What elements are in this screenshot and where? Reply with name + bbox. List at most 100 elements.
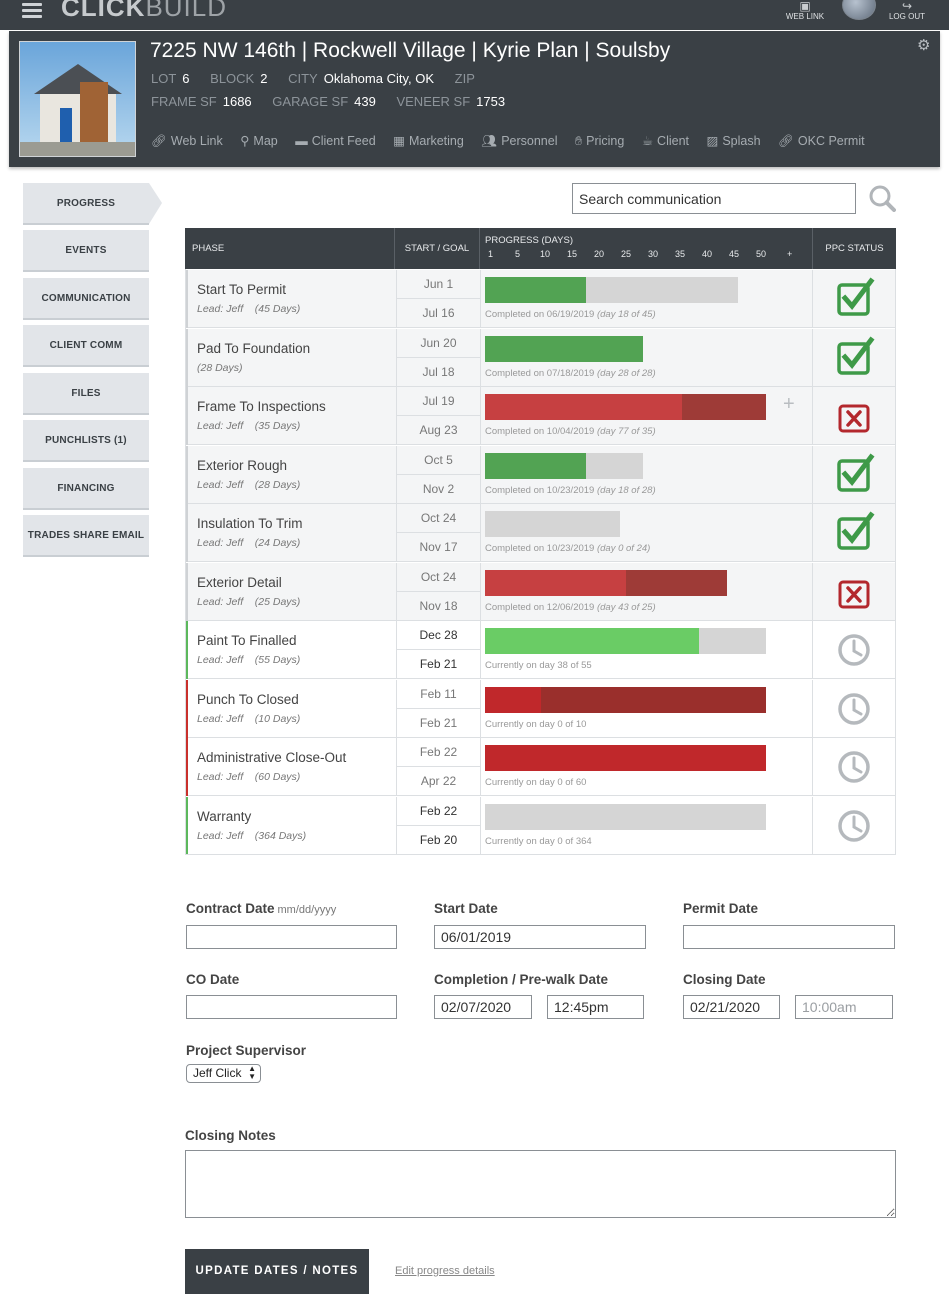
progress-bar-fill bbox=[485, 745, 766, 771]
sidebar-item-communication[interactable]: COMMUNICATION bbox=[23, 278, 149, 320]
sidebar-item-financing[interactable]: FINANCING bbox=[23, 468, 149, 510]
tick-label: 50 bbox=[756, 249, 767, 259]
closing-notes-label: Closing Notes bbox=[185, 1128, 276, 1143]
project-supervisor-value: Jeff Click bbox=[193, 1066, 242, 1080]
co-date-input[interactable] bbox=[186, 995, 397, 1019]
goal-date: Nov 18 bbox=[419, 599, 458, 613]
table-row[interactable]: Frame To Inspections Lead: Jeff (35 Days… bbox=[185, 387, 896, 445]
contract-date-input[interactable] bbox=[186, 925, 397, 949]
tick-label: 1 bbox=[488, 249, 494, 259]
sidebar-item-client-comm[interactable]: CLIENT COMM bbox=[23, 325, 149, 367]
table-row[interactable]: Punch To Closed Lead: Jeff (10 Days) Feb… bbox=[185, 680, 896, 738]
goal-date: Feb 20 bbox=[419, 833, 458, 847]
check-icon bbox=[837, 277, 875, 316]
select-arrows-icon: ▲ ▼ bbox=[248, 1064, 256, 1081]
tick-label: 20 bbox=[594, 249, 605, 259]
search-input[interactable] bbox=[572, 183, 856, 214]
clock-icon bbox=[838, 693, 870, 725]
table-row[interactable]: Insulation To Trim Lead: Jeff (24 Days) … bbox=[185, 504, 896, 562]
link-map[interactable]: ⚲ Map bbox=[240, 134, 277, 148]
table-row[interactable]: Exterior Rough Lead: Jeff (28 Days) Oct … bbox=[185, 446, 896, 504]
block-label: BLOCK bbox=[210, 71, 255, 86]
project-supervisor-label: Project Supervisor bbox=[186, 1043, 307, 1058]
goal-date: Nov 2 bbox=[422, 482, 455, 496]
header-phase: PHASE bbox=[185, 228, 395, 269]
progress-text: Completed on 10/23/2019 (day 18 of 28) bbox=[485, 485, 656, 496]
edit-progress-details-link[interactable]: Edit progress details bbox=[395, 1265, 495, 1277]
goal-date: Feb 21 bbox=[419, 657, 458, 671]
coffee-icon: ☕︎ bbox=[641, 134, 654, 148]
avatar[interactable] bbox=[842, 0, 876, 20]
goal-date: Jul 18 bbox=[422, 365, 455, 379]
table-row[interactable]: Pad To Foundation (28 Days) Jun 20 Jul 18… bbox=[185, 329, 896, 387]
logo[interactable]: CLICKBUILD bbox=[61, 0, 227, 23]
start-date: Oct 24 bbox=[397, 504, 480, 533]
web-link-label: WEB LINK bbox=[785, 12, 825, 21]
closing-date-label: Closing Date bbox=[683, 972, 766, 987]
sidebar-item-trades-share-email[interactable]: TRADES SHARE EMAIL bbox=[23, 515, 149, 557]
link-client-feed[interactable]: ▬ Client Feed bbox=[295, 134, 375, 148]
phase-name: Punch To Closed bbox=[197, 692, 299, 707]
city-value: Oklahoma City, OK bbox=[323, 71, 435, 86]
link-splash[interactable]: ▨ Splash bbox=[707, 134, 761, 148]
sidebar-item-punchlists[interactable]: PUNCHLISTS (1) bbox=[23, 420, 149, 462]
sidebar-item-events[interactable]: EVENTS bbox=[23, 230, 149, 272]
progress-bar-fill bbox=[485, 277, 586, 303]
link-pricing[interactable]: ✋︎ Pricing bbox=[575, 134, 624, 148]
link-personnel[interactable]: 👥︎ Personnel bbox=[481, 134, 557, 148]
goal-date: Nov 17 bbox=[419, 540, 458, 554]
grid-icon: ▦ bbox=[393, 134, 405, 148]
link-marketing[interactable]: ▦ Marketing bbox=[393, 134, 464, 148]
table-row[interactable]: Warranty Lead: Jeff (364 Days) Feb 22 Feb… bbox=[185, 797, 896, 855]
phase-sub: Lead: Jeff (364 Days) bbox=[197, 830, 307, 842]
phase-sub: (28 Days) bbox=[197, 362, 243, 374]
sidebar-item-files[interactable]: FILES bbox=[23, 373, 149, 415]
link-web[interactable]: 🔗︎ Web Link bbox=[151, 134, 223, 148]
search-icon[interactable] bbox=[868, 184, 896, 212]
x-box-icon bbox=[838, 404, 870, 433]
closing-date-input[interactable] bbox=[683, 995, 780, 1019]
progress-text: Currently on day 0 of 60 bbox=[485, 777, 587, 788]
phase-sub: Lead: Jeff (55 Days) bbox=[197, 654, 301, 666]
project-photo bbox=[19, 41, 136, 157]
phase-sub: Lead: Jeff (60 Days) bbox=[197, 771, 301, 783]
link-client[interactable]: ☕︎ Client bbox=[642, 134, 689, 148]
table-row[interactable]: Paint To Finalled Lead: Jeff (55 Days) D… bbox=[185, 621, 896, 679]
phase-name: Administrative Close-Out bbox=[197, 750, 347, 765]
project-title: 7225 NW 146th | Rockwell Village | Kyrie… bbox=[150, 39, 671, 62]
gear-icon[interactable]: ⚙ bbox=[917, 36, 930, 54]
plus-icon: + bbox=[783, 393, 795, 415]
menu-icon[interactable] bbox=[22, 3, 42, 18]
table-row[interactable]: Start To Permit Lead: Jeff (45 Days) Jun… bbox=[185, 270, 896, 328]
log-out-icon: ↪ bbox=[901, 0, 913, 13]
phase-name: Frame To Inspections bbox=[197, 399, 326, 414]
link-okc-permit[interactable]: 🔗︎ OKC Permit bbox=[778, 134, 865, 148]
web-link-nav[interactable]: ▣ WEB LINK bbox=[783, 0, 827, 30]
table-row[interactable]: Exterior Detail Lead: Jeff (25 Days) Oct… bbox=[185, 563, 896, 621]
completion-time-input[interactable] bbox=[547, 995, 644, 1019]
sidebar-item-progress[interactable]: PROGRESS bbox=[23, 183, 149, 225]
project-header: 7225 NW 146th | Rockwell Village | Kyrie… bbox=[9, 31, 940, 167]
log-out-nav[interactable]: ↪ LOG OUT bbox=[884, 0, 930, 30]
start-date: Jul 19 bbox=[397, 387, 480, 416]
start-date-input[interactable] bbox=[434, 925, 646, 949]
project-supervisor-select[interactable]: Jeff Click ▲ ▼ bbox=[186, 1064, 261, 1083]
money-hand-icon: ✋︎ bbox=[574, 134, 583, 148]
map-marker-icon: ⚲ bbox=[240, 134, 250, 148]
permit-date-input[interactable] bbox=[683, 925, 895, 949]
project-links: 🔗︎ Web Link ⚲ Map ▬ Client Feed ▦ Marketing … bbox=[151, 133, 879, 149]
phase-name: Exterior Rough bbox=[197, 458, 288, 473]
progress-text: Completed on 06/19/2019 (day 18 of 45) bbox=[485, 309, 656, 320]
start-date: Feb 22 bbox=[397, 797, 480, 826]
phase-sub: Lead: Jeff (35 Days) bbox=[197, 420, 301, 432]
closing-time-input[interactable] bbox=[795, 995, 893, 1019]
table-row[interactable]: Administrative Close-Out Lead: Jeff (60 … bbox=[185, 738, 896, 796]
sidebar-active-arrow bbox=[149, 183, 162, 224]
progress-bar-track bbox=[485, 804, 766, 830]
closing-notes-textarea[interactable] bbox=[185, 1150, 896, 1218]
update-dates-notes-button[interactable]: UPDATE DATES / NOTES bbox=[185, 1249, 369, 1294]
check-icon bbox=[837, 336, 875, 375]
tick-label: 25 bbox=[621, 249, 632, 259]
tick-label: + bbox=[787, 249, 793, 259]
completion-date-input[interactable] bbox=[434, 995, 532, 1019]
